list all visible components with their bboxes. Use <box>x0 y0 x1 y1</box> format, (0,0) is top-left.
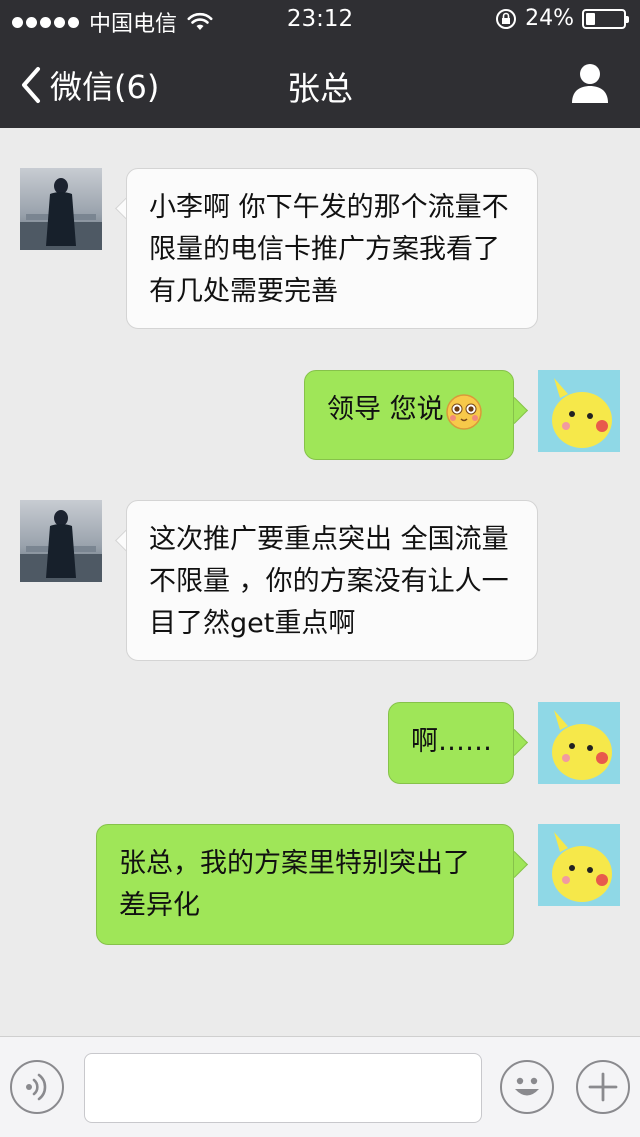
message-bubble-incoming[interactable]: 小李啊 你下午发的那个流量不限量的电信卡推广方案我看了 有几处需要完善 <box>126 168 538 329</box>
chat-title: 张总 <box>287 69 353 108</box>
battery-percent: 24% <box>525 6 574 31</box>
message-text: 张总，我的方案里特别突出了差异化 <box>119 848 470 921</box>
battery-fill <box>586 12 595 25</box>
message-text: 这次推广要重点突出 全国流量不限量 ，你的方案没有让人一目了然get重点啊 <box>149 524 509 639</box>
emoji-button[interactable] <box>500 1060 554 1114</box>
contact-avatar-image <box>20 178 102 250</box>
nav-bar: 微信(6) 张总 <box>0 40 640 128</box>
pikachu-avatar-image <box>538 824 620 906</box>
message-text: 小李啊 你下午发的那个流量不限量的电信卡推广方案我看了 有几处需要完善 <box>149 192 509 307</box>
message-text: 啊…… <box>411 726 492 757</box>
contact-avatar[interactable] <box>20 168 102 250</box>
my-avatar[interactable] <box>538 824 620 906</box>
more-button[interactable] <box>576 1060 630 1114</box>
my-avatar[interactable] <box>538 370 620 452</box>
my-avatar[interactable] <box>538 702 620 784</box>
pikachu-avatar-image <box>538 370 620 452</box>
voice-button[interactable] <box>10 1060 64 1114</box>
blushing-face-icon <box>445 393 482 430</box>
message-bubble-outgoing[interactable]: 领导 您说 <box>304 370 514 460</box>
contact-avatar[interactable] <box>20 500 102 582</box>
message-bubble-outgoing[interactable]: 张总，我的方案里特别突出了差异化 <box>96 824 514 945</box>
battery-icon <box>582 8 629 29</box>
message-bubble-incoming[interactable]: 这次推广要重点突出 全国流量不限量 ，你的方案没有让人一目了然get重点啊 <box>126 500 538 661</box>
voice-icon <box>26 1073 47 1101</box>
header: 中国电信 23:12 24% 微信(6) 张总 <box>0 0 640 128</box>
status-bar: 中国电信 23:12 24% <box>0 0 640 40</box>
profile-icon[interactable] <box>570 62 610 104</box>
pikachu-avatar-image <box>538 702 620 784</box>
rotation-lock-icon <box>496 8 517 29</box>
message-text: 领导 您说 <box>327 394 444 425</box>
emoji-icon <box>515 1077 539 1096</box>
contact-avatar-image <box>20 510 102 582</box>
input-bar <box>0 1036 640 1137</box>
message-input[interactable] <box>84 1053 482 1123</box>
plus-icon <box>588 1072 618 1102</box>
message-bubble-outgoing[interactable]: 啊…… <box>388 702 514 784</box>
